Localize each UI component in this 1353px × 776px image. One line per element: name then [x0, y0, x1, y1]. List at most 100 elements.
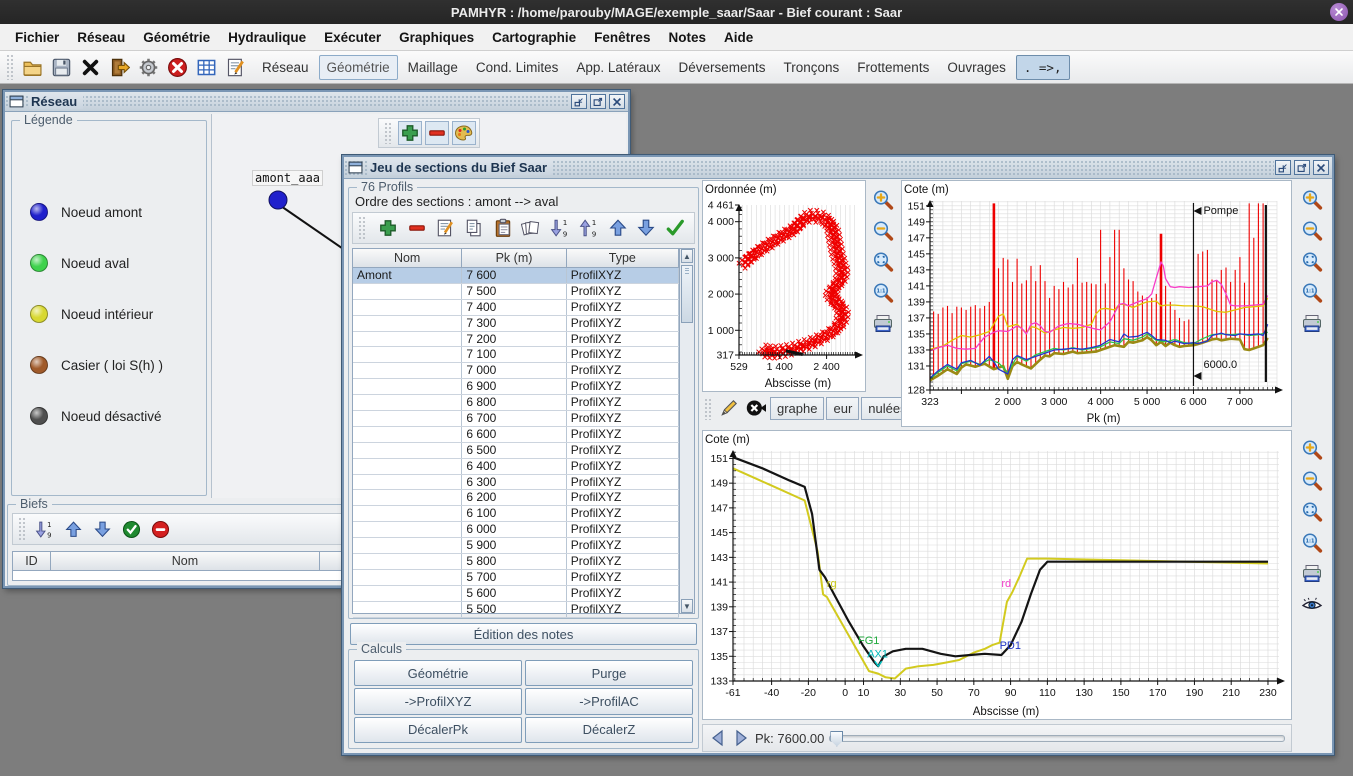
biefs-column-header[interactable]: Nom: [51, 552, 320, 570]
profile-type-cell[interactable]: ProfilXYZ: [567, 522, 679, 537]
profile-type-cell[interactable]: ProfilXYZ: [567, 411, 679, 426]
eye-button[interactable]: [1300, 592, 1324, 616]
zoom-out-button[interactable]: [1300, 468, 1324, 492]
profile-row[interactable]: 6 700ProfilXYZ: [353, 411, 679, 427]
profile-type-cell[interactable]: ProfilXYZ: [567, 506, 679, 521]
close-graph-button[interactable]: [744, 396, 768, 420]
window-close-button[interactable]: [1330, 3, 1348, 21]
remove-button[interactable]: [405, 216, 429, 240]
profile-name-cell[interactable]: Amont: [353, 268, 462, 283]
menu-notes[interactable]: Notes: [659, 27, 715, 48]
settings-button[interactable]: [135, 54, 161, 80]
profile-row[interactable]: 7 300ProfilXYZ: [353, 316, 679, 332]
menu-hydraulique[interactable]: Hydraulique: [219, 27, 315, 48]
profile-name-cell[interactable]: [353, 475, 462, 490]
profile-type-cell[interactable]: ProfilXYZ: [567, 570, 679, 585]
sheets-button[interactable]: [519, 216, 543, 240]
profiles-column-header[interactable]: Nom: [353, 249, 462, 267]
profile-type-cell[interactable]: ProfilXYZ: [567, 443, 679, 458]
zoom-fit-button[interactable]: [1300, 249, 1324, 273]
delete-button[interactable]: [77, 54, 103, 80]
calc-button-d-calerpk[interactable]: DécalerPk: [354, 717, 522, 743]
move-down-button[interactable]: [634, 216, 658, 240]
profile-type-cell[interactable]: ProfilXYZ: [567, 379, 679, 394]
profile-row[interactable]: 6 500ProfilXYZ: [353, 443, 679, 459]
profile-row[interactable]: 7 200ProfilXYZ: [353, 332, 679, 348]
pk-slider-handle[interactable]: [830, 731, 843, 747]
move-up-button[interactable]: [61, 517, 85, 541]
toolbar-grip[interactable]: [358, 216, 367, 240]
calc-button--profilxyz[interactable]: ->ProfilXYZ: [354, 688, 522, 714]
zoom-fit-button[interactable]: [1300, 499, 1324, 523]
profile-pk-cell[interactable]: 7 500: [462, 284, 566, 299]
zoom-fit-button[interactable]: [871, 249, 895, 273]
profile-pk-cell[interactable]: 7 400: [462, 300, 566, 315]
scroll-down-button[interactable]: ▼: [681, 599, 693, 613]
profile-name-cell[interactable]: [353, 316, 462, 331]
zoom-out-button[interactable]: [871, 218, 895, 242]
profile-row[interactable]: 6 900ProfilXYZ: [353, 379, 679, 395]
profile-name-cell[interactable]: [353, 586, 462, 601]
check-circle-button[interactable]: [119, 517, 143, 541]
move-down-button[interactable]: [90, 517, 114, 541]
zoom-in-button[interactable]: [1300, 437, 1324, 461]
profile-row[interactable]: 7 000ProfilXYZ: [353, 363, 679, 379]
table-scrollbar[interactable]: ▲ ▼: [679, 249, 694, 613]
profile-pk-cell[interactable]: 7 100: [462, 347, 566, 362]
copy-button[interactable]: [462, 216, 486, 240]
print-button[interactable]: [1300, 311, 1324, 335]
profile-name-cell[interactable]: [353, 332, 462, 347]
profile-type-cell[interactable]: ProfilXYZ: [567, 268, 679, 283]
toolbar-button-ouvrages[interactable]: Ouvrages: [939, 55, 1014, 80]
profile-row[interactable]: 5 600ProfilXYZ: [353, 586, 679, 602]
toolbar-button-app-lat-raux[interactable]: App. Latéraux: [568, 55, 668, 80]
profile-pk-cell[interactable]: 5 700: [462, 570, 566, 585]
toolbar-button-tron-ons[interactable]: Tronçons: [776, 55, 848, 80]
profile-row[interactable]: 6 800ProfilXYZ: [353, 395, 679, 411]
profile-pk-cell[interactable]: 5 500: [462, 602, 566, 617]
profiles-column-header[interactable]: Type: [567, 249, 679, 267]
profile-name-cell[interactable]: [353, 395, 462, 410]
profiles-column-header[interactable]: Pk (m): [462, 249, 566, 267]
profile-row[interactable]: 6 600ProfilXYZ: [353, 427, 679, 443]
profile-pk-cell[interactable]: 7 200: [462, 332, 566, 347]
toolbar-button-d-versements[interactable]: Déversements: [670, 55, 773, 80]
sort-desc-button[interactable]: 19: [32, 517, 56, 541]
profile-pk-cell[interactable]: 7 300: [462, 316, 566, 331]
profile-type-cell[interactable]: ProfilXYZ: [567, 332, 679, 347]
profile-type-cell[interactable]: ProfilXYZ: [567, 586, 679, 601]
import-button[interactable]: [106, 54, 132, 80]
minus-circle-button[interactable]: [148, 517, 172, 541]
profile-row[interactable]: 6 200ProfilXYZ: [353, 490, 679, 506]
profile-name-cell[interactable]: [353, 300, 462, 315]
pk-slider[interactable]: [829, 735, 1285, 742]
profile-pk-cell[interactable]: 7 600: [462, 268, 566, 283]
profile-type-cell[interactable]: ProfilXYZ: [567, 316, 679, 331]
profile-type-cell[interactable]: ProfilXYZ: [567, 475, 679, 490]
profile-row[interactable]: 6 000ProfilXYZ: [353, 522, 679, 538]
menu-r-seau[interactable]: Réseau: [68, 27, 134, 48]
toolbar-button-maillage[interactable]: Maillage: [400, 55, 466, 80]
maximize-button[interactable]: [590, 94, 606, 109]
reseau-window-titlebar[interactable]: Réseau: [5, 92, 628, 112]
upstream-node[interactable]: [269, 191, 287, 209]
print-button[interactable]: [1300, 561, 1324, 585]
save-button[interactable]: [48, 54, 74, 80]
profile-type-cell[interactable]: ProfilXYZ: [567, 300, 679, 315]
toolbar-button-cond-limites[interactable]: Cond. Limites: [468, 55, 567, 80]
profile-pk-cell[interactable]: 6 600: [462, 427, 566, 442]
node-label[interactable]: amont_aaa: [252, 170, 323, 186]
profile-name-cell[interactable]: [353, 379, 462, 394]
toolbar-grip[interactable]: [18, 517, 27, 541]
menu-fichier[interactable]: Fichier: [6, 27, 68, 48]
profile-row[interactable]: 6 400ProfilXYZ: [353, 459, 679, 475]
pencil-button[interactable]: [717, 396, 741, 420]
menu-fen-tres[interactable]: Fenêtres: [585, 27, 659, 48]
stop-button[interactable]: [164, 54, 190, 80]
profile-row[interactable]: 7 100ProfilXYZ: [353, 347, 679, 363]
profile-name-cell[interactable]: [353, 490, 462, 505]
profile-type-cell[interactable]: ProfilXYZ: [567, 284, 679, 299]
zoom-in-button[interactable]: [871, 187, 895, 211]
close-button[interactable]: [1313, 160, 1329, 175]
profile-name-cell[interactable]: [353, 554, 462, 569]
